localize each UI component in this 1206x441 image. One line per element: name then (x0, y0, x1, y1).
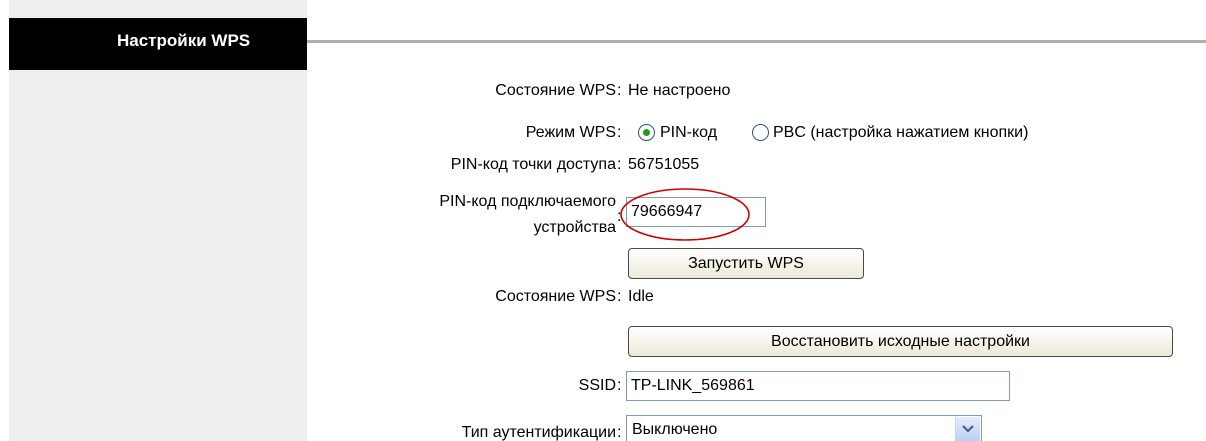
ap-pin-label: PIN-код точки доступа (450, 156, 616, 173)
wps-mode-label: Режим WPS (525, 124, 616, 141)
wps-state-label: Состояние WPS (495, 288, 616, 305)
wps-settings-page: Настройки WPS Состояние WPS : Не настрое… (0, 0, 1206, 441)
wps-status-value: Не настроено (628, 82, 731, 99)
start-wps-button[interactable]: Запустить WPS (628, 248, 864, 279)
client-pin-label-line1: PIN-код подключаемого (439, 193, 616, 210)
header-divider (307, 40, 1206, 43)
ap-pin-value: 56751055 (628, 156, 700, 173)
separator: : (617, 124, 622, 141)
client-pin-input[interactable]: 79666947 (626, 197, 766, 227)
radio-pbc-label: PBC (настройка нажатием кнопки) (773, 124, 1029, 141)
radio-pbc-mode[interactable] (752, 124, 769, 141)
client-pin-label-line2: устройства (533, 219, 616, 236)
separator: : (617, 424, 622, 441)
separator: : (617, 288, 622, 305)
radio-pin-mode[interactable] (638, 124, 655, 141)
auth-type-selected-value: Выключено (632, 421, 718, 438)
wps-status-label: Состояние WPS (495, 82, 616, 99)
ssid-input[interactable]: TP-LINK_569861 (626, 371, 1010, 401)
page-title: Настройки WPS (117, 31, 251, 50)
wps-state-value: Idle (628, 288, 654, 305)
auth-type-label: Тип аутентификации (461, 424, 616, 441)
auth-type-select[interactable]: Выключено (626, 415, 982, 441)
separator: : (617, 208, 622, 225)
dropdown-arrow-icon[interactable] (955, 417, 980, 441)
separator: : (617, 82, 622, 99)
ssid-label: SSID (578, 377, 616, 394)
radio-pin-label: PIN-код (660, 124, 718, 141)
restore-defaults-button[interactable]: Восстановить исходные настройки (628, 326, 1173, 357)
separator: : (617, 377, 622, 394)
separator: : (617, 156, 622, 173)
